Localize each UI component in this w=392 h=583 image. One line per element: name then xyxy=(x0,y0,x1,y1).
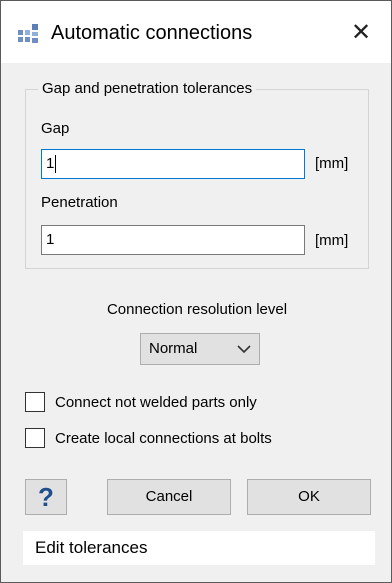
chevron-down-icon xyxy=(237,345,251,354)
gap-label: Gap xyxy=(41,120,70,137)
text-caret xyxy=(55,155,57,174)
connect-not-welded-checkbox[interactable] xyxy=(25,392,45,412)
connections-app-icon xyxy=(18,24,38,43)
gap-unit: [mm] xyxy=(315,155,349,172)
status-bar: Edit tolerances xyxy=(23,531,375,565)
automatic-connections-dialog: Automatic connections ✕ Gap and penetrat… xyxy=(0,0,392,583)
penetration-input[interactable]: 1 xyxy=(41,225,305,255)
resolution-selected-value: Normal xyxy=(149,340,198,357)
resolution-dropdown[interactable]: Normal xyxy=(140,333,260,365)
window-title: Automatic connections xyxy=(51,22,253,44)
help-button[interactable]: ? xyxy=(25,479,67,515)
gap-input[interactable]: 1 xyxy=(41,149,305,179)
penetration-label: Penetration xyxy=(41,194,118,211)
penetration-unit: [mm] xyxy=(315,232,349,249)
resolution-label: Connection resolution level xyxy=(106,301,288,318)
gap-input-value: 1 xyxy=(46,155,55,172)
cancel-button[interactable]: Cancel xyxy=(107,479,231,515)
close-icon: ✕ xyxy=(350,19,372,46)
close-button[interactable]: ✕ xyxy=(341,15,381,51)
local-connections-bolts-checkbox[interactable] xyxy=(25,428,45,448)
help-icon: ? xyxy=(38,482,54,512)
tolerances-group-title: Gap and penetration tolerances xyxy=(38,80,257,98)
penetration-input-value: 1 xyxy=(46,231,55,248)
ok-button[interactable]: OK xyxy=(247,479,371,515)
title-bar: Automatic connections ✕ xyxy=(1,1,391,63)
local-connections-bolts-label: Create local connections at bolts xyxy=(55,430,272,447)
connect-not-welded-label: Connect not welded parts only xyxy=(55,394,257,411)
